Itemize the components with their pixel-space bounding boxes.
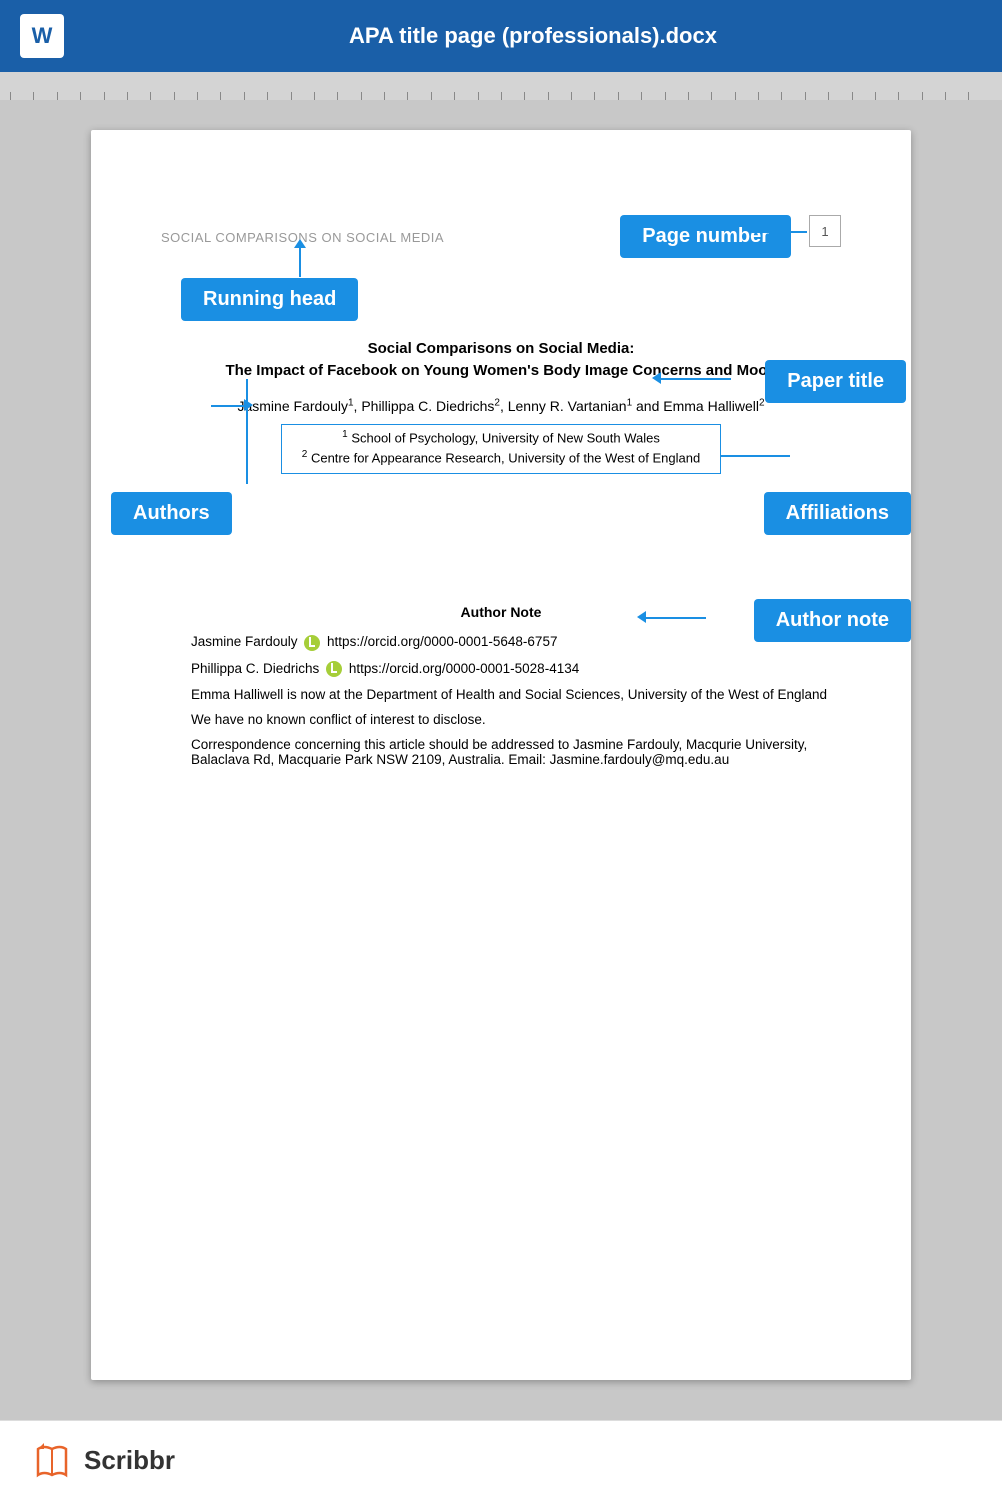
orcid-icon-1 <box>304 635 320 651</box>
title-bar: W APA title page (professionals).docx <box>0 0 1002 72</box>
authors-text: Jasmine Fardouly1, Phillippa C. Diedrich… <box>237 398 764 414</box>
page-number-box: Page number <box>620 215 791 258</box>
author-note-line-4: We have no known conflict of interest to… <box>151 712 851 727</box>
page-number-value: 1 <box>809 215 841 247</box>
author-note-arrow-line <box>646 617 706 619</box>
author-note-line-3: Emma Halliwell is now at the Department … <box>151 687 851 702</box>
author-note-line-1: Jasmine Fardouly https://orcid.org/0000-… <box>151 634 851 650</box>
orcid-icon-2 <box>326 661 342 677</box>
affiliations-label-container: Affiliations <box>764 492 911 535</box>
page-number-connector-line <box>752 231 807 233</box>
ruler-ticks <box>0 72 1002 100</box>
author-note-arrow-tip <box>637 611 646 623</box>
affiliation-2: 2 Centre for Appearance Research, Univer… <box>302 449 700 465</box>
affil-connector-line <box>720 455 790 457</box>
authors-label-box: Authors <box>111 492 232 535</box>
affiliations-label-box: Affiliations <box>764 492 911 535</box>
authors-label-container: Authors <box>111 492 232 535</box>
affiliations-section: 1 School of Psychology, University of Ne… <box>151 424 851 475</box>
header-section: SOCIAL COMPARISONS ON SOCIAL MEDIA Runni… <box>151 170 851 330</box>
scribbr-icon <box>30 1439 74 1483</box>
author-note-label-box: Author note <box>754 599 911 642</box>
author-note-line-2: Phillippa C. Diedrichs https://orcid.org… <box>151 661 851 677</box>
paper-title-wrapper: Paper title Social Comparisons on Social… <box>151 340 851 379</box>
ruler <box>0 72 1002 100</box>
label-row: Authors Affiliations <box>151 484 851 574</box>
scribbr-logo: Scribbr <box>30 1439 175 1483</box>
paper-title-main: Social Comparisons on Social Media: <box>151 340 851 357</box>
running-head-label-box: Running head <box>181 278 358 321</box>
authors-section: Jasmine Fardouly1, Phillippa C. Diedrich… <box>151 397 851 414</box>
bottom-bar: Scribbr <box>0 1420 1002 1500</box>
affiliation-1: 1 School of Psychology, University of Ne… <box>302 429 700 445</box>
paper-title-arrow-tip <box>652 372 661 384</box>
authors-vertical-line <box>246 379 248 484</box>
running-head-label: Running head <box>181 278 358 321</box>
paper-title-sub: The Impact of Facebook on Young Women's … <box>151 362 851 379</box>
main-area: SOCIAL COMPARISONS ON SOCIAL MEDIA Runni… <box>0 100 1002 1420</box>
author-note-title: Author Note <box>151 604 851 620</box>
word-icon: W <box>20 14 64 58</box>
authors-arrow-line <box>211 405 246 407</box>
scribbr-brand-name: Scribbr <box>84 1445 175 1476</box>
arrow-running-head-tip <box>294 239 306 248</box>
author-note-section: Author note Author Note Jasmine Fardouly… <box>151 604 851 767</box>
page-number-label-box: Page number <box>620 215 791 258</box>
author-note-line-5: Correspondence concerning this article s… <box>151 737 851 767</box>
document-page: SOCIAL COMPARISONS ON SOCIAL MEDIA Runni… <box>91 130 911 1380</box>
paper-title-arrow-line <box>661 378 731 380</box>
author-note-label-container: Author note <box>754 599 911 642</box>
document-title: APA title page (professionals).docx <box>84 23 982 49</box>
